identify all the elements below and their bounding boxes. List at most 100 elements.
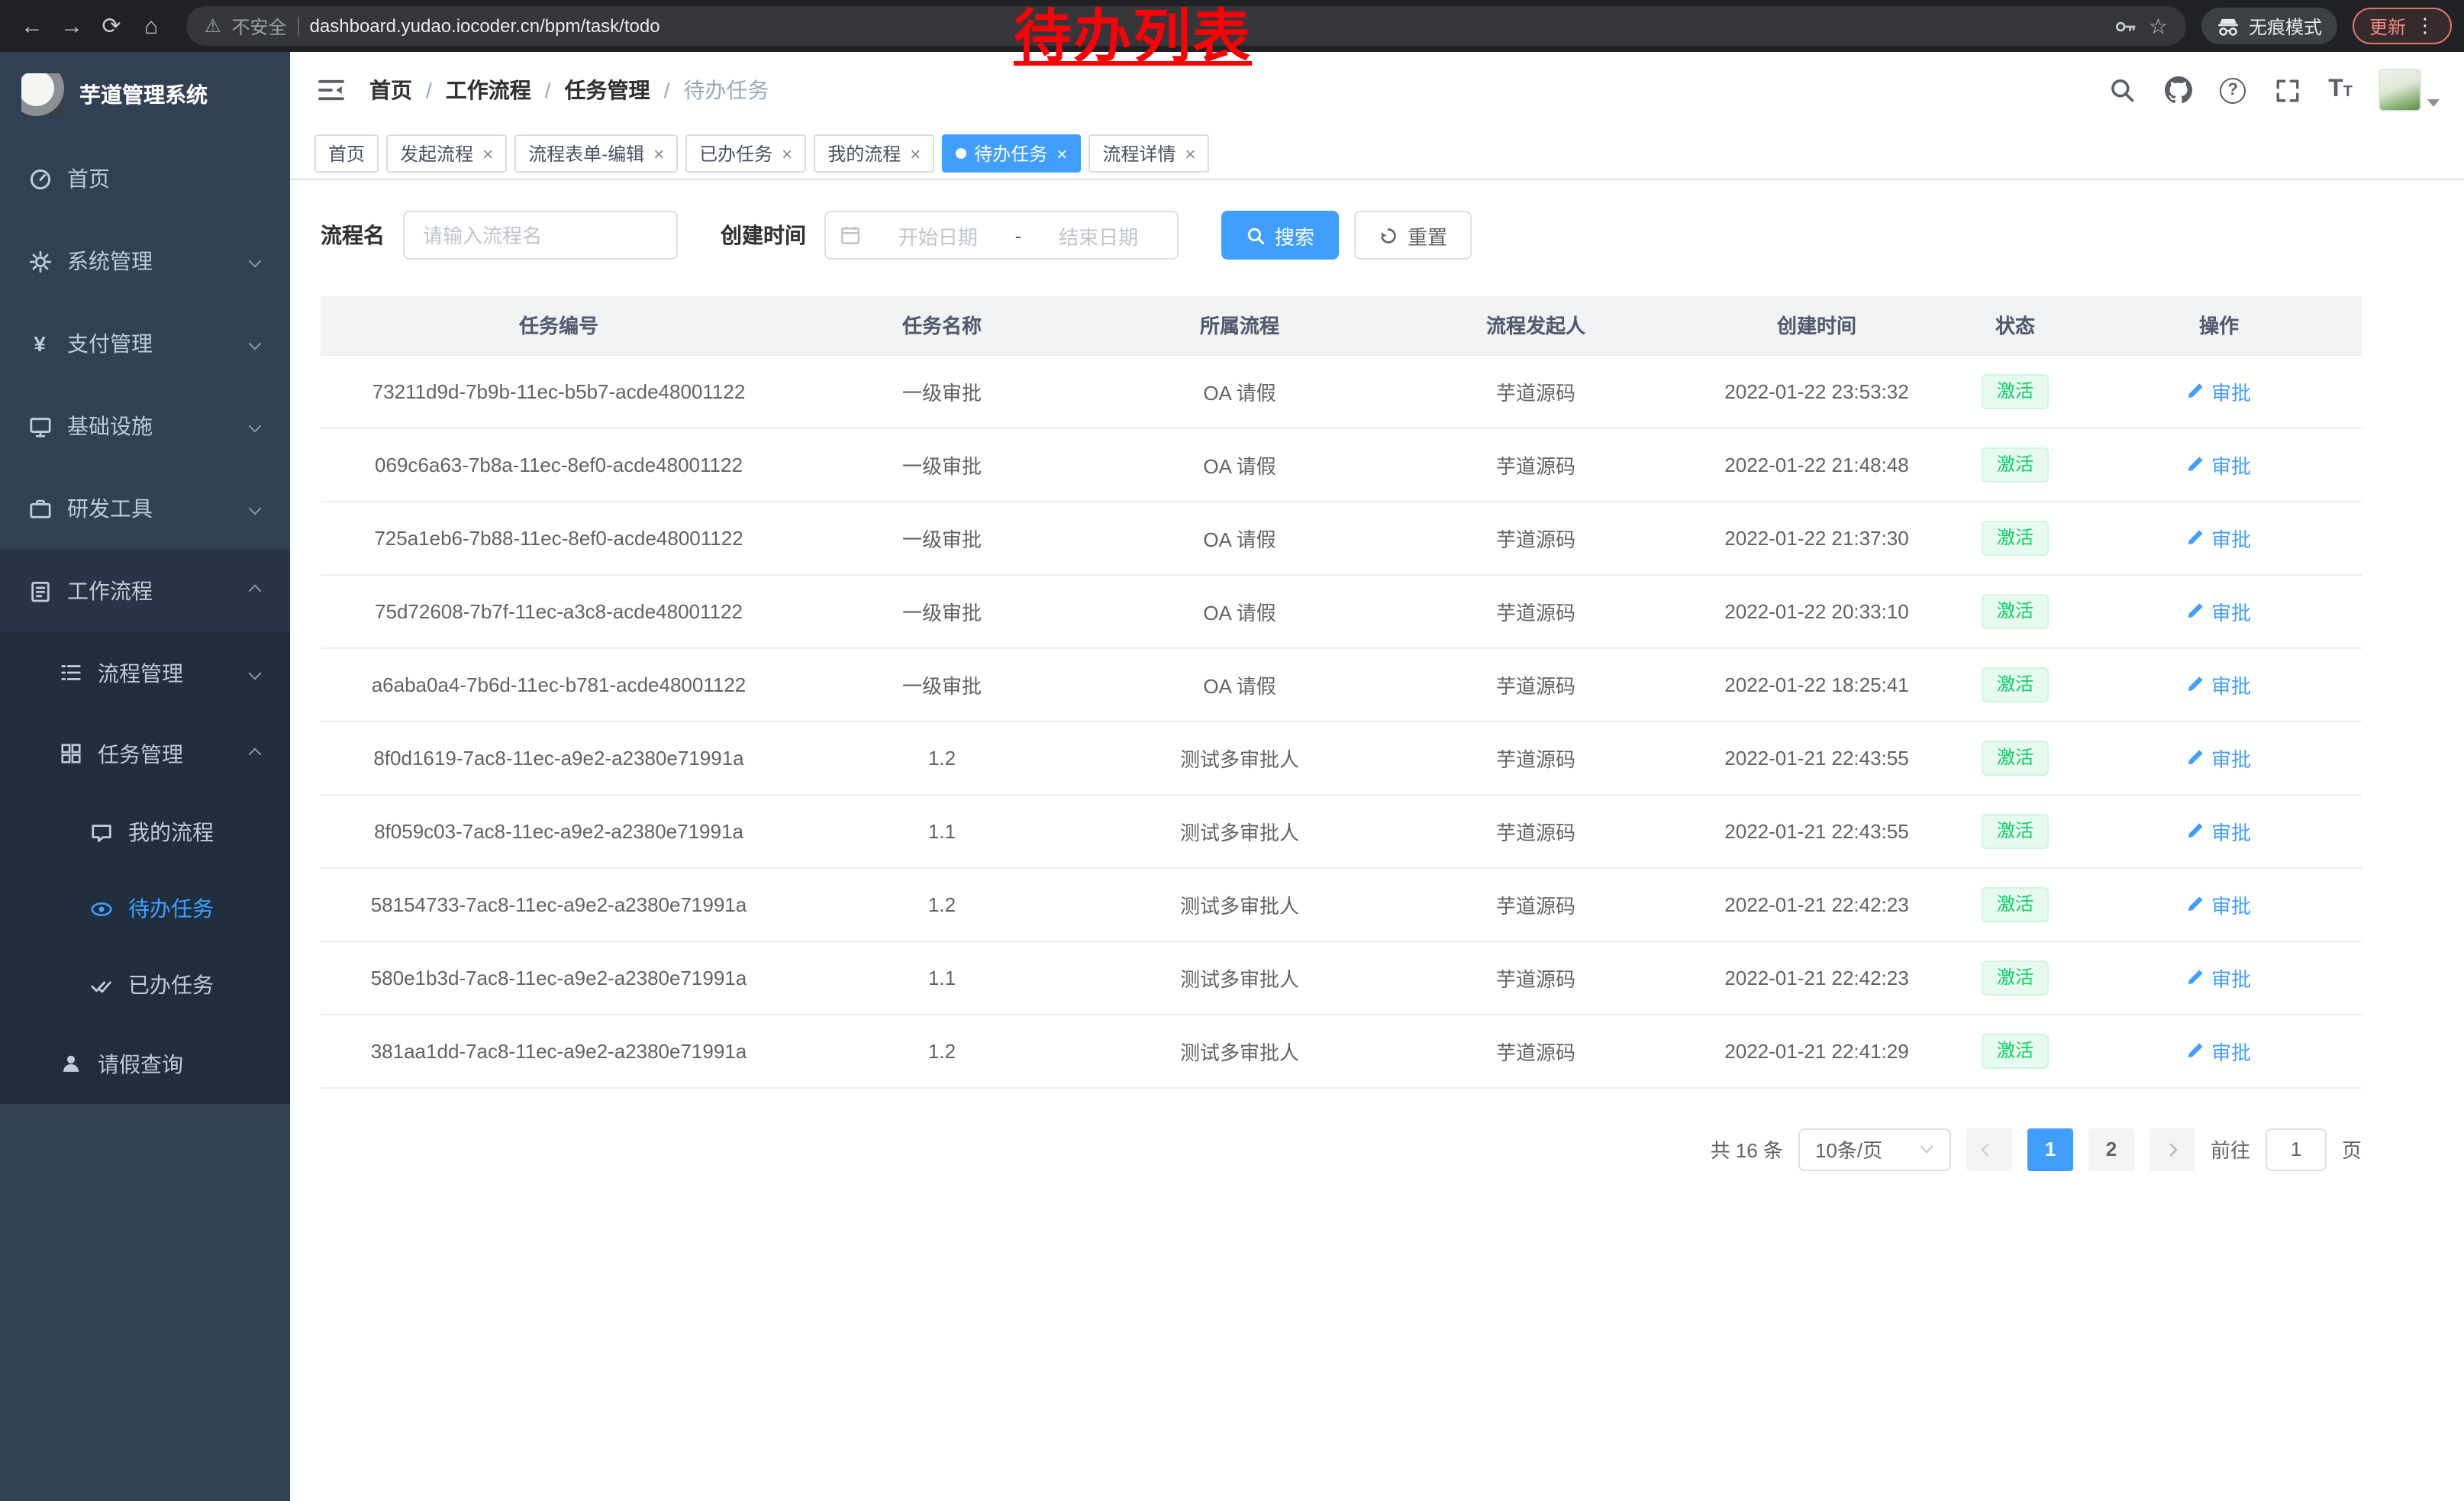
- dashboard-icon: [27, 166, 52, 191]
- help-icon[interactable]: ?: [2220, 77, 2246, 103]
- update-chip[interactable]: 更新 ⋮: [2353, 8, 2452, 44]
- approve-link[interactable]: 审批: [2187, 889, 2251, 918]
- edit-icon: [2187, 1041, 2205, 1060]
- approve-link[interactable]: 审批: [2187, 1036, 2251, 1065]
- approve-link[interactable]: 审批: [2187, 963, 2251, 992]
- incognito-icon: [2217, 15, 2240, 37]
- chevron-right-icon: [2164, 1143, 2177, 1156]
- topbar-actions: ? TT: [2107, 69, 2440, 111]
- browser-menu-icon[interactable]: ⋮: [2415, 14, 2435, 38]
- col-task-id: 任务编号: [321, 296, 797, 354]
- sidebar-item-system[interactable]: 系统管理: [0, 220, 290, 302]
- date-range-picker[interactable]: 开始日期 - 结束日期: [824, 211, 1179, 260]
- close-icon[interactable]: ×: [782, 144, 792, 163]
- close-icon[interactable]: ×: [1185, 144, 1195, 163]
- end-date-placeholder: 结束日期: [1034, 221, 1163, 250]
- calendar-icon: [840, 224, 861, 246]
- search-button[interactable]: 搜索: [1221, 211, 1339, 260]
- tab-label: 首页: [328, 140, 365, 166]
- table-row: 75d72608-7b7f-11ec-a3c8-acde48001122 一级审…: [321, 574, 2362, 647]
- github-icon[interactable]: [2163, 75, 2194, 105]
- bookmark-star-icon[interactable]: ☆: [2149, 13, 2168, 39]
- cell-created: 2022-01-21 22:41:29: [1679, 1014, 1954, 1087]
- sidebar-item-label: 我的流程: [128, 817, 263, 847]
- close-icon[interactable]: ×: [482, 144, 493, 163]
- tab-my-process[interactable]: 我的流程 ×: [814, 134, 934, 173]
- briefcase-icon: [27, 496, 52, 521]
- sidebar-item-done-task[interactable]: 已办任务: [0, 947, 290, 1023]
- tab-home[interactable]: 首页: [314, 134, 379, 173]
- key-icon[interactable]: [2115, 15, 2138, 37]
- tab-process-form-edit[interactable]: 流程表单-编辑 ×: [514, 134, 678, 173]
- cell-process: OA 请假: [1087, 428, 1392, 501]
- tab-start-process[interactable]: 发起流程 ×: [386, 134, 507, 173]
- cell-created: 2022-01-22 18:25:41: [1679, 647, 1954, 721]
- sidebar-item-leave-query[interactable]: 请假查询: [0, 1023, 290, 1104]
- approve-link[interactable]: 审批: [2187, 523, 2251, 552]
- reset-icon: [1379, 225, 1398, 245]
- next-page-button[interactable]: [2150, 1128, 2195, 1170]
- approve-link[interactable]: 审批: [2187, 450, 2251, 479]
- cell-process: OA 请假: [1087, 354, 1392, 428]
- approve-label: 审批: [2211, 376, 2251, 405]
- home-icon[interactable]: ⌂: [131, 6, 171, 46]
- sidebar-item-my-process[interactable]: 我的流程: [0, 794, 290, 870]
- reset-button[interactable]: 重置: [1354, 211, 1472, 260]
- sidebar: 芋道管理系统 首页 系统管理 ¥: [0, 52, 290, 1501]
- back-icon[interactable]: ←: [12, 6, 52, 46]
- sidebar-collapse-icon[interactable]: [314, 73, 348, 107]
- font-size-icon[interactable]: TT: [2328, 76, 2353, 104]
- sidebar-item-home[interactable]: 首页: [0, 137, 290, 220]
- fullscreen-icon[interactable]: [2272, 75, 2302, 105]
- user-menu[interactable]: [2379, 69, 2440, 111]
- close-icon[interactable]: ×: [1056, 144, 1067, 163]
- app: 芋道管理系统 首页 系统管理 ¥: [0, 52, 2464, 1501]
- forward-icon[interactable]: →: [52, 6, 92, 46]
- tab-todo-task[interactable]: 待办任务 ×: [942, 134, 1081, 173]
- pagination: 共 16 条 10条/页 1 2 前往 页: [321, 1128, 2362, 1170]
- cell-created: 2022-01-22 21:37:30: [1679, 501, 1954, 574]
- approve-link[interactable]: 审批: [2187, 743, 2251, 772]
- sidebar-item-workflow[interactable]: 工作流程: [0, 550, 290, 632]
- page-size-select[interactable]: 10条/页: [1798, 1128, 1951, 1170]
- approve-link[interactable]: 审批: [2187, 376, 2251, 405]
- tab-done-task[interactable]: 已办任务 ×: [685, 134, 806, 173]
- prev-page-button[interactable]: [1966, 1128, 2012, 1170]
- sidebar-item-devtools[interactable]: 研发工具: [0, 467, 290, 550]
- approve-link[interactable]: 审批: [2187, 670, 2251, 699]
- cell-initiator: 芋道源码: [1392, 867, 1679, 941]
- edit-icon: [2187, 455, 2205, 473]
- approve-link[interactable]: 审批: [2187, 596, 2251, 625]
- cell-status: 激活: [1954, 721, 2076, 794]
- breadcrumb-task-management[interactable]: 任务管理: [565, 75, 650, 105]
- sidebar-item-todo-task[interactable]: 待办任务: [0, 870, 290, 947]
- incognito-label: 无痕模式: [2249, 13, 2322, 39]
- grid-icon: [58, 741, 82, 766]
- refresh-icon[interactable]: ⟳: [92, 6, 131, 46]
- edit-icon: [2187, 822, 2205, 840]
- table-row: 725a1eb6-7b88-11ec-8ef0-acde48001122 一级审…: [321, 501, 2362, 574]
- close-icon[interactable]: ×: [653, 144, 664, 163]
- breadcrumb-current: 待办任务: [683, 75, 769, 105]
- create-time-label: 创建时间: [721, 220, 806, 250]
- sidebar-item-infrastructure[interactable]: 基础设施: [0, 385, 290, 467]
- sidebar-item-process-management[interactable]: 流程管理: [0, 632, 290, 713]
- close-icon[interactable]: ×: [910, 144, 921, 163]
- status-badge: 激活: [1982, 740, 2049, 775]
- search-icon[interactable]: [2107, 75, 2137, 105]
- status-badge: 激活: [1982, 520, 2049, 555]
- goto-page-input[interactable]: [2266, 1128, 2327, 1170]
- sidebar-item-payment[interactable]: ¥ 支付管理: [0, 302, 290, 385]
- cell-created: 2022-01-21 22:43:55: [1679, 794, 1954, 867]
- breadcrumb-workflow[interactable]: 工作流程: [446, 75, 531, 105]
- tab-process-detail[interactable]: 流程详情 ×: [1088, 134, 1209, 173]
- breadcrumb-home[interactable]: 首页: [369, 75, 412, 105]
- page-button-1[interactable]: 1: [2027, 1128, 2073, 1170]
- sidebar-item-label: 请假查询: [98, 1048, 263, 1079]
- page-button-2[interactable]: 2: [2088, 1128, 2134, 1170]
- app-logo[interactable]: 芋道管理系统: [0, 52, 290, 137]
- approve-link[interactable]: 审批: [2187, 816, 2251, 845]
- process-name-input[interactable]: [403, 211, 678, 260]
- avatar[interactable]: [2379, 69, 2421, 111]
- sidebar-item-task-management[interactable]: 任务管理: [0, 713, 290, 794]
